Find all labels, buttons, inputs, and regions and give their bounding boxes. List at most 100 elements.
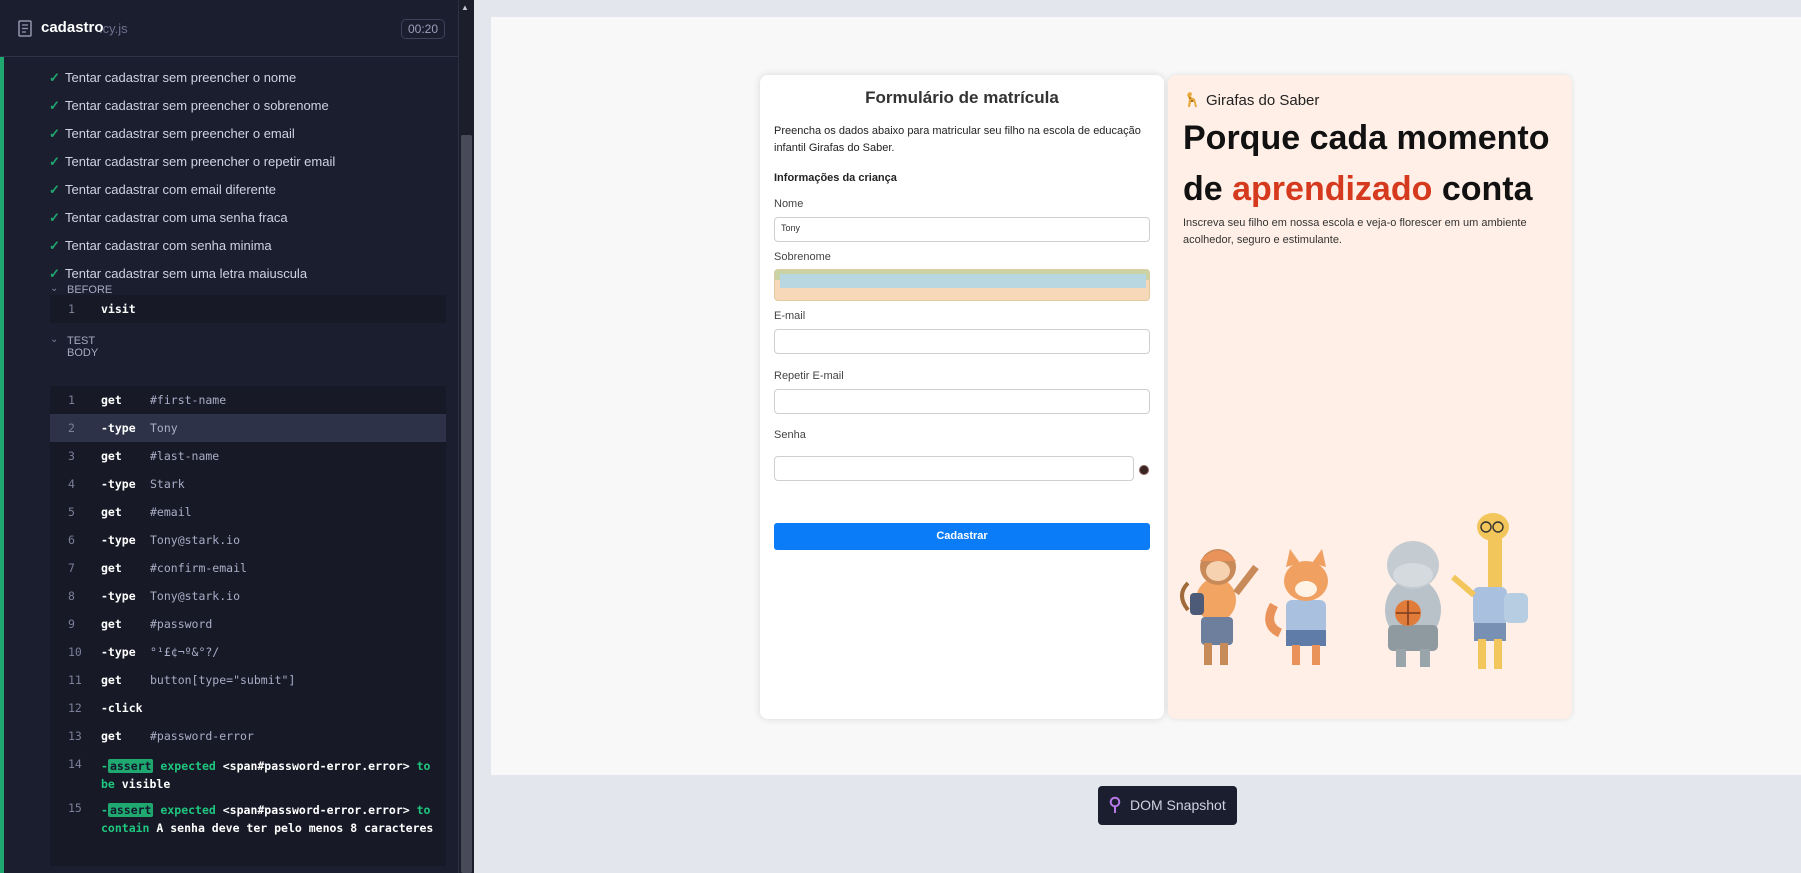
command-number: 1	[68, 393, 75, 407]
brand-name: Girafas do Saber	[1206, 92, 1320, 109]
giraffe-icon	[1187, 92, 1197, 107]
assert-text: expected	[160, 759, 216, 773]
command-row[interactable]: 8 -type Tony@stark.io	[50, 582, 446, 610]
giraffe-illustration	[1451, 513, 1528, 669]
command-number: 7	[68, 561, 75, 575]
spec-extension: .cy.js	[99, 21, 128, 36]
assert-message: - assert expected <span#password-error.er…	[101, 757, 436, 793]
check-icon: ✓	[49, 238, 60, 253]
assert-row[interactable]: 15 - assert expected <span#password-error.…	[50, 794, 446, 854]
command-message: °¹£¢¬º&°?/	[150, 645, 220, 659]
command-number: 2	[68, 421, 75, 435]
command-row[interactable]: 3 get #last-name	[50, 442, 446, 470]
command-row[interactable]: 4 -type Stark	[50, 470, 446, 498]
command-number: 10	[68, 645, 82, 659]
monkey-illustration	[1180, 549, 1259, 665]
first-name-input[interactable]: Tony	[774, 217, 1150, 242]
before-each-commands: 1 visit	[50, 295, 446, 323]
check-icon: ✓	[49, 266, 60, 281]
test-suite: ✓ Tentar cadastrar sem preencher o nome ✓ T…	[0, 57, 458, 873]
test-title: Tentar cadastrar sem preencher o nome	[65, 70, 297, 85]
submit-button[interactable]: Cadastrar	[774, 523, 1150, 550]
check-icon: ✓	[49, 182, 60, 197]
command-number: 5	[68, 505, 75, 519]
assert-badge: assert	[107, 759, 154, 773]
command-number: 11	[68, 673, 82, 687]
command-name: -type	[101, 589, 136, 603]
command-message: #first-name	[150, 393, 227, 407]
command-name: get	[101, 449, 122, 463]
check-icon: ✓	[49, 70, 60, 85]
assert-prefix: -	[101, 759, 108, 773]
pin-icon	[1109, 796, 1121, 813]
command-row[interactable]: 6 -type Tony@stark.io	[50, 526, 446, 554]
command-message: #password-error	[150, 729, 254, 743]
command-row[interactable]: 2 -type Tony	[50, 414, 446, 442]
command-number: 13	[68, 729, 82, 743]
command-row[interactable]: 1 visit	[50, 295, 446, 323]
command-name: -type	[101, 645, 136, 659]
enrollment-form-card: Formulário de matrícula Preencha os dado…	[760, 75, 1164, 719]
password-input[interactable]	[774, 456, 1134, 481]
show-password-icon[interactable]	[1139, 465, 1149, 475]
dom-snapshot-indicator[interactable]: DOM Snapshot	[1098, 786, 1237, 825]
check-icon: ✓	[49, 210, 60, 225]
command-message: #last-name	[150, 449, 220, 463]
command-name: get	[101, 393, 122, 407]
command-number: 8	[68, 589, 75, 603]
test-title: Tentar cadastrar com email diferente	[65, 182, 276, 197]
command-name: get	[101, 673, 122, 687]
chevron-down-icon: ⌄	[50, 334, 59, 345]
form-title: Formulário de matrícula	[865, 88, 1059, 107]
command-row[interactable]: 5 get #email	[50, 498, 446, 526]
email-label: E-mail	[774, 310, 806, 322]
command-name: -type	[101, 477, 136, 491]
command-name: get	[101, 617, 122, 631]
command-message: Tony@stark.io	[150, 589, 241, 603]
form-description: Preencha os dados abaixo para matricular…	[774, 125, 1141, 154]
aut-frame: Formulário de matrícula Preencha os dado…	[474, 0, 1801, 873]
assert-message: - assert expected <span#password-error.er…	[101, 801, 436, 837]
confirm-email-input[interactable]	[774, 389, 1150, 414]
test-title: Tentar cadastrar sem uma letra maiuscula	[65, 266, 308, 281]
last-name-input[interactable]	[774, 269, 1150, 301]
command-number: 15	[68, 801, 82, 815]
chevron-down-icon: ⌄	[50, 283, 59, 294]
scroll-up-icon[interactable]: ▲	[461, 3, 469, 12]
spec-name[interactable]: cadastro	[41, 19, 104, 36]
command-message: #password	[150, 617, 213, 631]
command-name: -type	[101, 533, 136, 547]
command-number: 12	[68, 701, 82, 715]
command-row[interactable]: 7 get #confirm-email	[50, 554, 446, 582]
command-row[interactable]: 13 get #password-error	[50, 722, 446, 750]
test-title: Tentar cadastrar com uma senha fraca	[65, 210, 288, 225]
command-message: Tony@stark.io	[150, 533, 241, 547]
reporter-scrollbar[interactable]: ▲	[458, 0, 474, 873]
command-row[interactable]: 9 get #password	[50, 610, 446, 638]
command-row[interactable]: 10 -type °¹£¢¬º&°?/	[50, 638, 446, 666]
dom-snapshot-label: DOM Snapshot	[1130, 797, 1226, 813]
assert-subject: <span#password-error.error>	[222, 803, 410, 817]
test-body-commands: 1 get #first-name 2 -type Tony 3 get #last-name 4…	[50, 386, 446, 866]
command-name: get	[101, 561, 122, 575]
assert-value: A senha deve ter pelo menos 8 caracteres	[156, 821, 434, 835]
command-row[interactable]: 12 -click	[50, 694, 446, 722]
section-title: Informações da criança	[774, 172, 897, 184]
email-input[interactable]	[774, 329, 1150, 354]
element-highlight-content	[780, 274, 1146, 288]
hero-title: Porque cada momento de aprendizado conta	[1183, 113, 1568, 215]
command-number: 4	[68, 477, 75, 491]
first-name-label: Nome	[774, 198, 804, 210]
command-number: 3	[68, 449, 75, 463]
password-label: Senha	[774, 429, 806, 441]
command-row[interactable]: 11 get button[type="submit"]	[50, 666, 446, 694]
scroll-thumb[interactable]	[461, 135, 472, 873]
command-message: #email	[150, 505, 192, 519]
test-title: Tentar cadastrar com senha minima	[65, 238, 272, 253]
last-name-label: Sobrenome	[774, 251, 831, 263]
check-icon: ✓	[49, 154, 60, 169]
command-row[interactable]: 1 get #first-name	[50, 386, 446, 414]
assert-row[interactable]: 14 - assert expected <span#password-error.…	[50, 750, 446, 794]
command-number: 1	[68, 302, 75, 316]
hero-title-accent: aprendizado	[1232, 170, 1433, 208]
